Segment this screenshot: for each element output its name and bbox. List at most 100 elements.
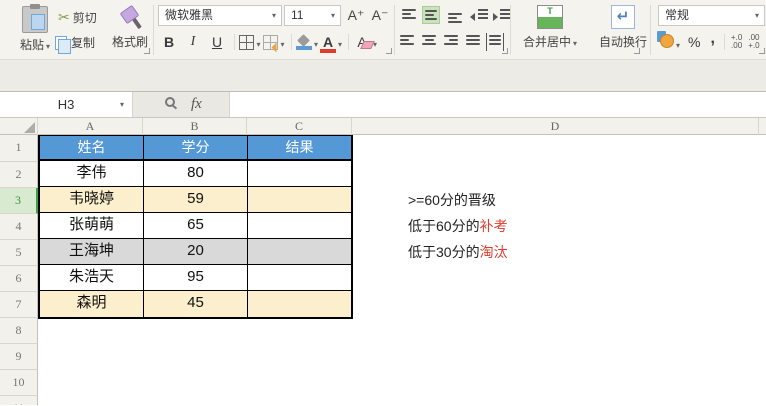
table-header-row: 姓名 学分 结果 [40, 136, 351, 161]
paste-clipboard-icon [22, 6, 48, 33]
align-right-button[interactable] [442, 33, 460, 51]
increase-indent-button[interactable] [492, 7, 512, 25]
column-header-c[interactable]: C [247, 118, 352, 135]
align-left-button[interactable] [398, 33, 416, 51]
column-header-partial[interactable] [759, 118, 766, 135]
cell-c6-result[interactable] [248, 265, 351, 290]
annotation-highlight: 补考 [480, 218, 508, 234]
align-middle-button[interactable] [422, 6, 440, 24]
borders-button[interactable]: ▾ [239, 31, 261, 53]
cell-c5-result[interactable] [248, 239, 351, 264]
row-header-3-active[interactable]: 3 [0, 188, 38, 214]
row-header-7[interactable]: 7 [0, 292, 38, 318]
cell-b5-score[interactable]: 20 [144, 239, 248, 264]
row-header-6[interactable]: 6 [0, 266, 38, 292]
table-row: 森明 45 [40, 291, 351, 317]
column-header-a[interactable]: A [38, 118, 143, 135]
number-format-select[interactable]: 常规 ▾ [658, 5, 765, 26]
increase-font-button[interactable]: A⁺ [345, 5, 367, 26]
cell-c2-result[interactable] [248, 161, 351, 186]
sheet-grid: A B C D 1 2 3 4 5 6 7 8 9 10 11 姓名 学分 结果 [0, 118, 766, 406]
cell-b3-score[interactable]: 59 [144, 187, 248, 212]
row-header-1[interactable]: 1 [0, 135, 38, 162]
header-cell-name[interactable]: 姓名 [40, 136, 144, 159]
row-header-2[interactable]: 2 [0, 162, 38, 188]
cell-c4-result[interactable] [248, 213, 351, 238]
copy-label: 复制 [71, 36, 95, 50]
paste-button[interactable]: 粘贴▾ [8, 4, 62, 57]
copy-button[interactable]: 复制 [55, 33, 95, 53]
row-header-4[interactable]: 4 [0, 214, 38, 240]
font-family-select[interactable]: 微软雅黑 ▾ [158, 5, 282, 26]
increase-decimal-button[interactable]: +.0 .00 [731, 34, 742, 50]
annotation-promote[interactable]: >=60分的晋级 [408, 191, 496, 209]
clear-format-icon: A [353, 34, 371, 50]
select-all-triangle-icon [24, 122, 35, 133]
bold-button[interactable]: B [158, 31, 180, 53]
cell-c7-result[interactable] [248, 291, 351, 317]
cell-a2-name[interactable]: 李伟 [40, 161, 144, 186]
formula-input[interactable] [231, 92, 766, 117]
currency-format-button[interactable]: ▾ [656, 31, 680, 53]
cell-name-box[interactable]: H3 ▾ [0, 92, 133, 117]
align-center-button[interactable] [420, 33, 438, 51]
font-color-button[interactable]: A▾ [320, 31, 342, 53]
font-dialog-launcher[interactable] [386, 48, 392, 54]
cell-a7-name[interactable]: 森明 [40, 291, 144, 317]
draw-border-button[interactable]: ▾ [263, 31, 285, 53]
merge-center-dropdown-icon[interactable]: ▾ [573, 39, 577, 48]
decrease-decimal-button[interactable]: .00 +.0 [748, 34, 759, 50]
comma-format-button[interactable]: , [710, 30, 714, 48]
insert-function-button[interactable]: fx [191, 92, 202, 117]
wrap-text-button[interactable]: ↵ 自动换行 [592, 4, 654, 57]
align-bottom-button[interactable] [446, 7, 464, 25]
cell-a3-name[interactable]: 韦晓婷 [40, 187, 144, 212]
table-row: 韦晓婷 59 [40, 187, 351, 213]
row-header-9[interactable]: 9 [0, 344, 38, 370]
annotation-text: >=60分的晋级 [408, 192, 496, 208]
cell-b2-score[interactable]: 80 [144, 161, 248, 186]
cut-button[interactable]: ✂剪切 [58, 7, 97, 27]
underline-button[interactable]: U [206, 31, 228, 53]
paste-dropdown-icon[interactable]: ▾ [46, 42, 50, 51]
cell-b6-score[interactable]: 95 [144, 265, 248, 290]
justify-button[interactable] [464, 33, 482, 51]
merge-center-icon: T [537, 5, 563, 29]
cell-a4-name[interactable]: 张萌萌 [40, 213, 144, 238]
cell-c3-result[interactable] [248, 187, 351, 212]
ribbon-toolbar: 粘贴▾ ✂剪切 复制 格式刷 微软雅黑 ▾ 11 ▾ A⁺ A⁻ B I U ▾ [0, 0, 766, 60]
percent-format-button[interactable]: % [688, 34, 700, 50]
cell-a5-name[interactable]: 王海坤 [40, 239, 144, 264]
row-header-8[interactable]: 8 [0, 318, 38, 344]
borders-grid-icon [239, 35, 254, 50]
column-header-b[interactable]: B [143, 118, 247, 135]
font-size-select[interactable]: 11 ▾ [284, 5, 341, 26]
decrease-font-button[interactable]: A⁻ [369, 5, 391, 26]
clipboard-dialog-launcher[interactable] [144, 48, 150, 54]
annotation-retake[interactable]: 低于60分的补考 [408, 217, 508, 235]
select-all-corner[interactable] [0, 118, 38, 135]
fill-color-button[interactable]: ▾ [296, 31, 318, 53]
merge-dialog-launcher[interactable] [634, 48, 640, 54]
font-size-value: 11 [291, 8, 303, 22]
header-cell-score[interactable]: 学分 [144, 136, 248, 159]
alignment-dialog-launcher[interactable] [502, 48, 508, 54]
column-header-d[interactable]: D [352, 118, 759, 135]
number-dialog-launcher[interactable] [759, 48, 765, 54]
annotation-eliminate[interactable]: 低于30分的淘汰 [408, 243, 508, 261]
align-top-button[interactable] [400, 7, 418, 25]
search-function-icon[interactable] [165, 97, 175, 107]
decrease-indent-button[interactable] [470, 7, 490, 25]
header-cell-result[interactable]: 结果 [248, 136, 351, 159]
merge-center-button[interactable]: T 合并居中▾ [512, 4, 588, 57]
cell-a6-name[interactable]: 朱浩天 [40, 265, 144, 290]
cell-b7-score[interactable]: 45 [144, 291, 248, 317]
row-header-10[interactable]: 10 [0, 370, 38, 396]
clear-format-button[interactable]: A▾ [353, 31, 377, 53]
row-header-5[interactable]: 5 [0, 240, 38, 266]
row-header-11[interactable]: 11 [0, 396, 38, 405]
cell-b4-score[interactable]: 65 [144, 213, 248, 238]
italic-button[interactable]: I [182, 31, 204, 53]
name-box-dropdown-icon[interactable]: ▾ [120, 92, 124, 117]
annotation-highlight: 淘汰 [480, 244, 508, 260]
